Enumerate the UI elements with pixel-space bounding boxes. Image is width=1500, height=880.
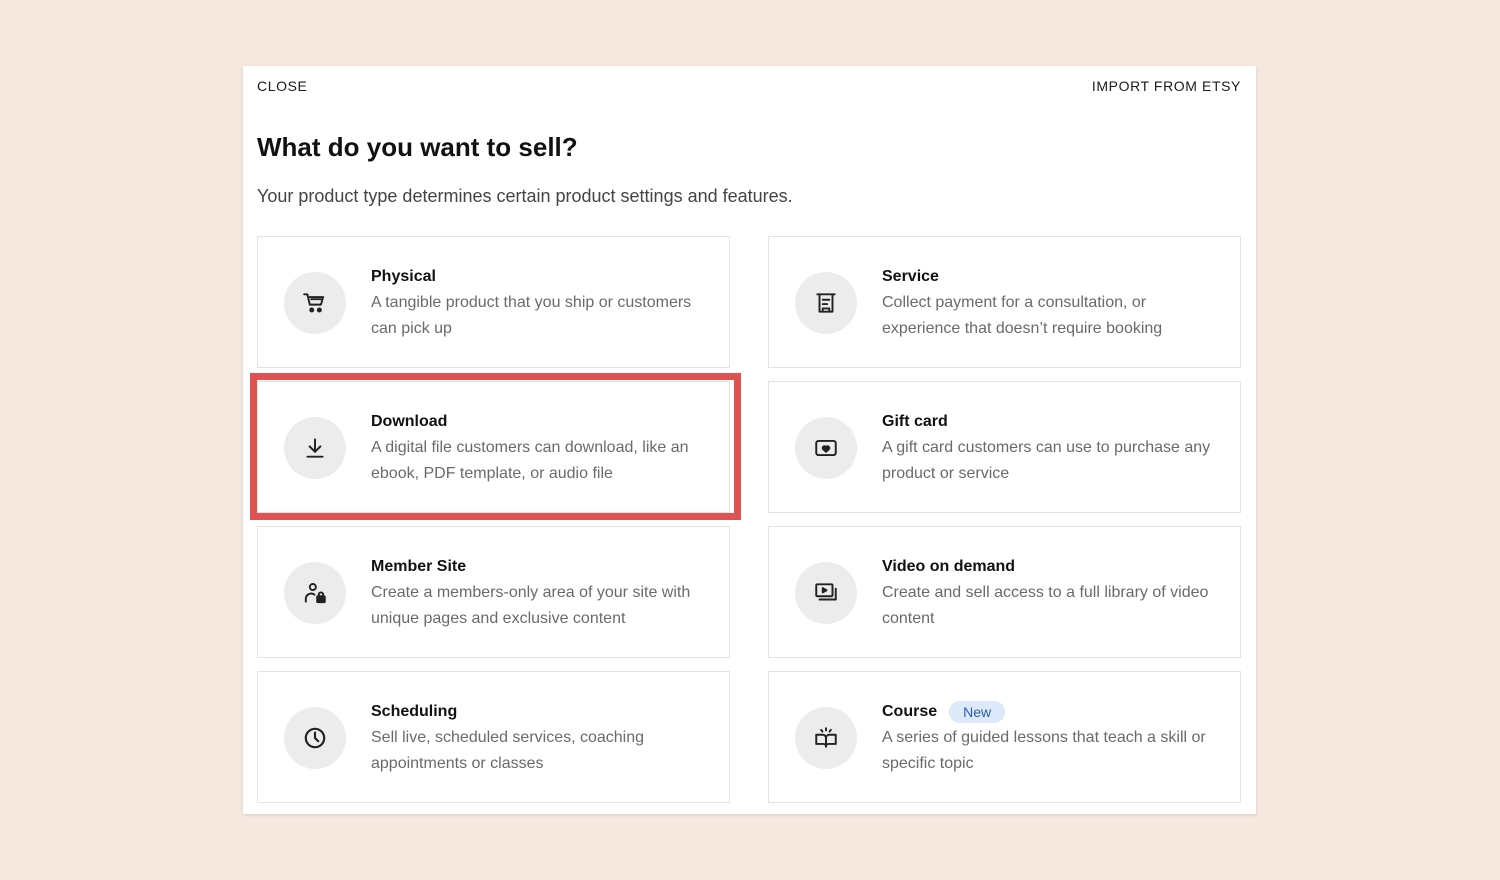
download-icon <box>284 417 346 479</box>
option-gift-card[interactable]: Gift card A gift card customers can use … <box>768 381 1241 513</box>
option-video-on-demand[interactable]: Video on demand Create and sell access t… <box>768 526 1241 658</box>
option-description: A gift card customers can use to purchas… <box>882 439 1211 482</box>
option-name: Physical <box>371 268 436 285</box>
option-description: Create a members-only area of your site … <box>371 584 691 627</box>
option-course[interactable]: Course New A series of guided lessons th… <box>768 671 1241 803</box>
option-description: A digital file customers can download, l… <box>371 439 689 482</box>
option-member-site[interactable]: Member Site Create a members-only area o… <box>257 526 730 658</box>
video-library-icon <box>795 562 857 624</box>
book-icon <box>795 707 857 769</box>
option-description: Create and sell access to a full library… <box>882 584 1209 627</box>
gift-card-icon <box>795 417 857 479</box>
option-name: Download <box>371 413 448 430</box>
option-name: Gift card <box>882 413 948 430</box>
cart-icon <box>284 272 346 334</box>
option-description: A series of guided lessons that teach a … <box>882 729 1206 772</box>
option-physical[interactable]: Physical A tangible product that you shi… <box>257 236 730 368</box>
import-from-etsy-button[interactable]: IMPORT FROM ETSY <box>1092 78 1241 94</box>
page-title: What do you want to sell? <box>257 132 578 162</box>
option-name: Video on demand <box>882 558 1016 575</box>
new-badge: New <box>949 701 1006 723</box>
option-service[interactable]: Service Collect payment for a consultati… <box>768 236 1241 368</box>
member-lock-icon <box>284 562 346 624</box>
option-name: Course <box>882 703 938 720</box>
receipt-icon <box>795 272 857 334</box>
option-name: Scheduling <box>371 703 458 720</box>
option-description: Collect payment for a consultation, or e… <box>882 294 1163 337</box>
close-button[interactable]: CLOSE <box>257 78 307 94</box>
page-subtitle: Your product type determines certain pro… <box>257 186 793 206</box>
option-name: Member Site <box>371 558 467 575</box>
option-description: Sell live, scheduled services, coaching … <box>371 729 645 772</box>
option-description: A tangible product that you ship or cust… <box>371 294 692 337</box>
option-name: Service <box>882 268 939 285</box>
product-type-modal: CLOSE IMPORT FROM ETSY What do you want … <box>243 66 1256 814</box>
modal-topbar: CLOSE IMPORT FROM ETSY <box>243 66 1256 106</box>
option-download[interactable]: Download A digital file customers can do… <box>257 381 730 513</box>
option-scheduling[interactable]: Scheduling Sell live, scheduled services… <box>257 671 730 803</box>
clock-icon <box>284 707 346 769</box>
